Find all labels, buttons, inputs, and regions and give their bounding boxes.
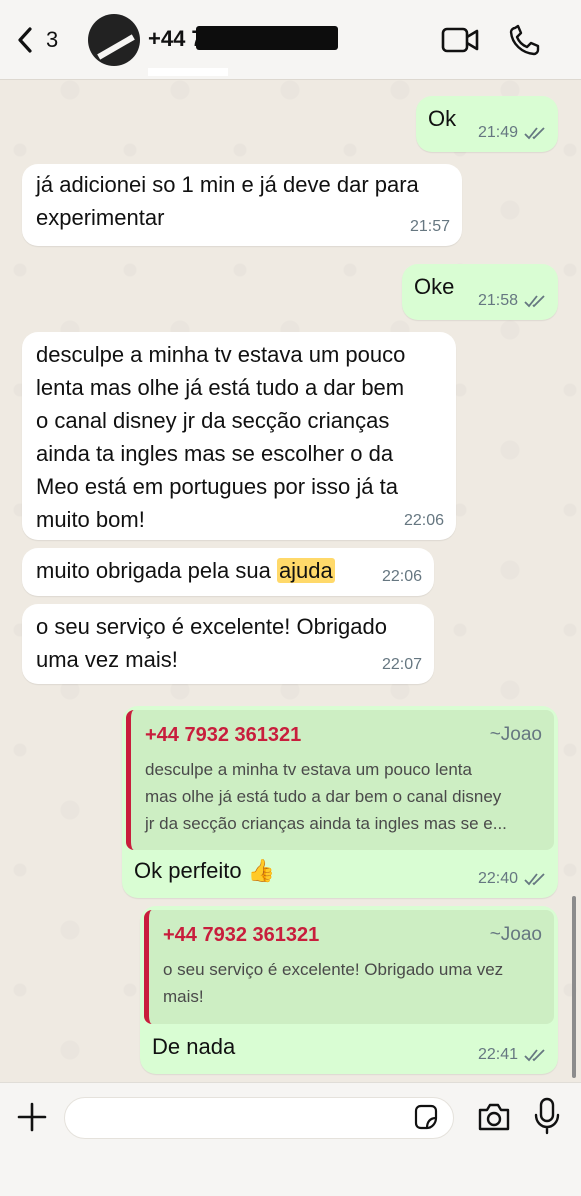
sticker-icon[interactable]: [412, 1103, 440, 1131]
video-call-icon[interactable]: [440, 22, 480, 58]
message-text: Ok: [428, 106, 457, 131]
message-bubble-incoming[interactable]: o seu serviço é excelente! Obrigado uma …: [22, 604, 434, 684]
contact-avatar[interactable]: [88, 14, 140, 66]
message-time: 22:41: [477, 1046, 518, 1063]
message-text: Ok perfeito 👍: [134, 858, 276, 883]
double-check-icon: [524, 295, 545, 308]
message-time: 22:07: [381, 656, 422, 673]
message-text: De nada: [152, 1034, 236, 1059]
redaction-mark: [196, 26, 338, 50]
message-bubble-outgoing-reply[interactable]: +44 7932 361321 ~Joao desculpe a minha t…: [122, 706, 558, 898]
highlighted-word: ajuda: [276, 558, 335, 583]
quoted-sender: +44 7932 361321: [145, 724, 302, 746]
message-time: 21:58: [477, 292, 518, 309]
message-bubble-outgoing[interactable]: Oke 21:58: [402, 264, 558, 320]
message-time: 22:06: [403, 512, 444, 529]
plus-icon[interactable]: [16, 1101, 48, 1133]
message-text: já adicionei so 1 min e já deve dar para…: [36, 172, 419, 230]
message-bubble-outgoing-reply[interactable]: +44 7932 361321 ~Joao o seu serviço é ex…: [140, 906, 558, 1074]
message-bubble-incoming[interactable]: muito obrigada pela sua ajuda 22:06: [22, 548, 434, 596]
quoted-alias: ~Joao: [489, 724, 542, 745]
double-check-icon: [524, 127, 545, 140]
message-time: 21:49: [477, 124, 518, 141]
double-check-icon: [524, 873, 545, 886]
quoted-alias: ~Joao: [489, 924, 542, 945]
redaction-underline: [148, 68, 228, 76]
message-time: 21:57: [409, 218, 450, 235]
microphone-icon[interactable]: [532, 1097, 562, 1135]
message-text-part: muito obrigada pela sua: [36, 558, 277, 583]
message-bubble-incoming[interactable]: já adicionei so 1 min e já deve dar para…: [22, 164, 462, 246]
chevron-left-icon: [18, 27, 32, 53]
quoted-message[interactable]: +44 7932 361321 ~Joao desculpe a minha t…: [126, 710, 554, 850]
message-bubble-outgoing[interactable]: Ok 21:49: [416, 96, 558, 152]
back-button[interactable]: 3: [14, 24, 74, 56]
quoted-message[interactable]: +44 7932 361321 ~Joao o seu serviço é ex…: [144, 910, 554, 1024]
message-input[interactable]: [64, 1097, 454, 1139]
message-text: Oke: [414, 274, 455, 299]
quoted-sender: +44 7932 361321: [163, 924, 320, 946]
message-text: desculpe a minha tv estava um pouco lent…: [36, 342, 406, 532]
message-bubble-incoming[interactable]: desculpe a minha tv estava um pouco lent…: [22, 332, 456, 540]
unread-count: 3: [46, 27, 59, 52]
camera-icon[interactable]: [476, 1101, 512, 1133]
message-text: o seu serviço é excelente! Obrigado uma …: [36, 614, 387, 672]
phone-icon[interactable]: [506, 22, 546, 58]
chat-header: 3 +44 7: [0, 0, 581, 80]
quoted-text: o seu serviço é excelente! Obrigado uma …: [163, 960, 504, 1006]
message-time: 22:40: [477, 870, 518, 887]
double-check-icon: [524, 1049, 545, 1062]
message-text: muito obrigada pela sua ajuda: [36, 554, 335, 587]
message-input-bar: [0, 1082, 581, 1196]
quoted-text: desculpe a minha tv estava um pouco lent…: [145, 760, 507, 833]
message-time: 22:06: [381, 568, 422, 585]
scrollbar[interactable]: [572, 896, 576, 1078]
